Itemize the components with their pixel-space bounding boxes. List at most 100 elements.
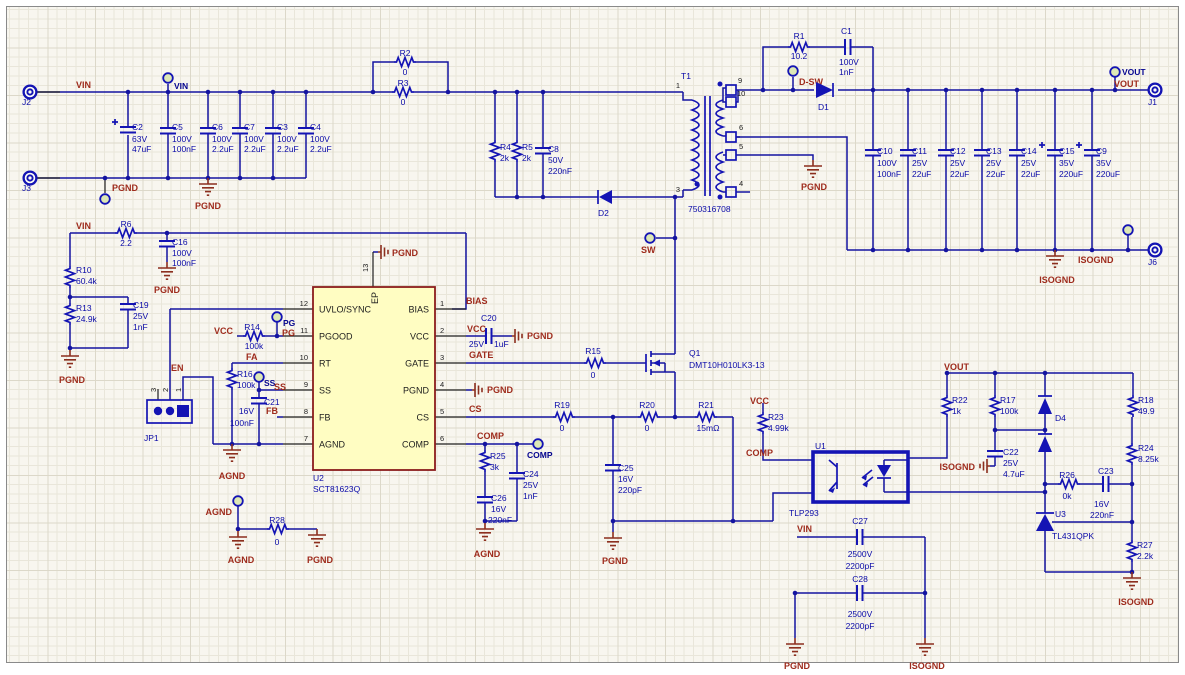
svg-text:2.2uF: 2.2uF [277,144,299,154]
svg-text:C4: C4 [310,122,321,132]
svg-text:C8: C8 [548,144,559,154]
svg-text:12: 12 [300,299,308,308]
svg-text:C11: C11 [912,146,927,156]
net-label-vin-c27[interactable]: VIN [797,524,812,534]
svg-text:C14: C14 [1021,146,1037,156]
svg-text:9: 9 [304,380,308,389]
svg-text:PGND: PGND [403,386,430,396]
svg-text:R5: R5 [522,142,533,152]
svg-text:0: 0 [591,370,596,380]
svg-text:100V: 100V [277,134,297,144]
net-label-ss[interactable]: SS [274,382,286,392]
net-label-comp-u1[interactable]: COMP [746,448,773,458]
schematic-canvas: J2 J3 VIN VIN PGND PGND C263V47uF C5100V… [0,0,1185,675]
net-label-vout-top[interactable]: VOUT [1114,79,1140,89]
net-label-bias[interactable]: BIAS [466,296,488,306]
svg-text:100k: 100k [1000,406,1019,416]
svg-text:11: 11 [300,326,308,335]
svg-text:4: 4 [440,380,444,389]
svg-text:2200pF: 2200pF [846,561,875,571]
testpoint-vout[interactable]: VOUT [1110,67,1146,77]
svg-text:25V: 25V [950,158,965,168]
svg-text:0: 0 [645,423,650,433]
resistor-r5[interactable]: R52k [513,140,534,163]
svg-text:2.2uF: 2.2uF [212,144,234,154]
svg-text:C7: C7 [244,122,255,132]
svg-text:100V: 100V [212,134,232,144]
svg-text:100V: 100V [244,134,264,144]
svg-text:15mΩ: 15mΩ [697,423,720,433]
svg-text:R24: R24 [1138,443,1154,453]
port-j2-label: J2 [22,97,31,107]
svg-text:PGND: PGND [392,248,419,258]
net-label-fb[interactable]: FB [266,406,278,416]
testpoint-vin-label: VIN [174,81,188,91]
net-label-vcc-r23[interactable]: VCC [750,396,770,406]
svg-text:VCC: VCC [410,332,430,342]
svg-text:0: 0 [403,67,408,77]
svg-text:SS: SS [319,386,331,396]
u1-part: TLP293 [789,508,819,518]
net-label-vout-fb[interactable]: VOUT [944,362,970,372]
svg-text:FB: FB [319,413,331,423]
net-label-en[interactable]: EN [171,363,184,373]
net-label-vin[interactable]: VIN [76,80,91,90]
net-label-isognd-j6[interactable]: ISOGND [1078,255,1114,265]
resistor-r4[interactable]: R42k [491,140,512,163]
svg-text:D2: D2 [598,208,609,218]
svg-text:100k: 100k [237,380,256,390]
svg-text:C22: C22 [1003,447,1019,457]
svg-text:C2: C2 [132,122,143,132]
net-label-pg[interactable]: PG [282,328,295,338]
svg-text:2.2k: 2.2k [1137,551,1154,561]
svg-text:PGND: PGND [307,555,334,565]
svg-text:2500V: 2500V [848,609,873,619]
svg-text:AGND: AGND [228,555,255,565]
svg-text:R16: R16 [237,369,253,379]
svg-text:24.9k: 24.9k [76,314,98,324]
svg-text:R18: R18 [1138,395,1154,405]
svg-text:PGND: PGND [801,182,828,192]
svg-text:2500V: 2500V [848,549,873,559]
svg-text:R23: R23 [768,412,784,422]
svg-text:2.2uF: 2.2uF [310,144,332,154]
svg-text:25V: 25V [1021,158,1036,168]
svg-text:1k: 1k [952,406,962,416]
net-label-comp[interactable]: COMP [477,431,504,441]
net-label-vcc-c20[interactable]: VCC [467,324,487,334]
svg-text:C16: C16 [172,237,188,247]
svg-text:PGND: PGND [487,385,514,395]
net-label-vcc-r14[interactable]: VCC [214,326,234,336]
svg-text:R28: R28 [269,515,285,525]
svg-text:4: 4 [739,179,743,188]
svg-text:PGND: PGND [59,375,86,385]
net-label-gate[interactable]: GATE [469,350,493,360]
svg-text:AGND: AGND [206,507,233,517]
svg-text:AGND: AGND [319,440,346,450]
testpoint-isognd[interactable] [1123,225,1133,235]
svg-text:8.25k: 8.25k [1138,454,1160,464]
svg-text:10.2: 10.2 [791,51,808,61]
svg-text:6: 6 [739,123,743,132]
sheet-border [7,7,1179,663]
svg-text:C26: C26 [491,493,507,503]
svg-text:RT: RT [319,359,331,369]
svg-text:1: 1 [676,81,680,90]
svg-text:C12: C12 [950,146,966,156]
u2-part: SCT81623Q [313,484,361,494]
testpoint-vout-label: VOUT [1122,67,1146,77]
svg-text:2.2uF: 2.2uF [244,144,266,154]
net-label-cs[interactable]: CS [469,404,482,414]
svg-text:C5: C5 [172,122,183,132]
svg-text:2: 2 [161,388,170,392]
svg-text:R22: R22 [952,395,968,405]
net-label-vin-2[interactable]: VIN [76,221,91,231]
svg-text:22uF: 22uF [986,169,1005,179]
net-label-fa[interactable]: FA [246,352,258,362]
svg-text:R3: R3 [398,78,409,88]
svg-text:R13: R13 [76,303,92,313]
svg-text:PGND: PGND [784,661,811,671]
svg-text:TL431QPK: TL431QPK [1052,531,1094,541]
ic-u2[interactable]: 12 11 10 9 8 7 UVLO/SYNC PGOOD RT SS FB … [300,264,445,494]
svg-text:16V: 16V [491,504,506,514]
